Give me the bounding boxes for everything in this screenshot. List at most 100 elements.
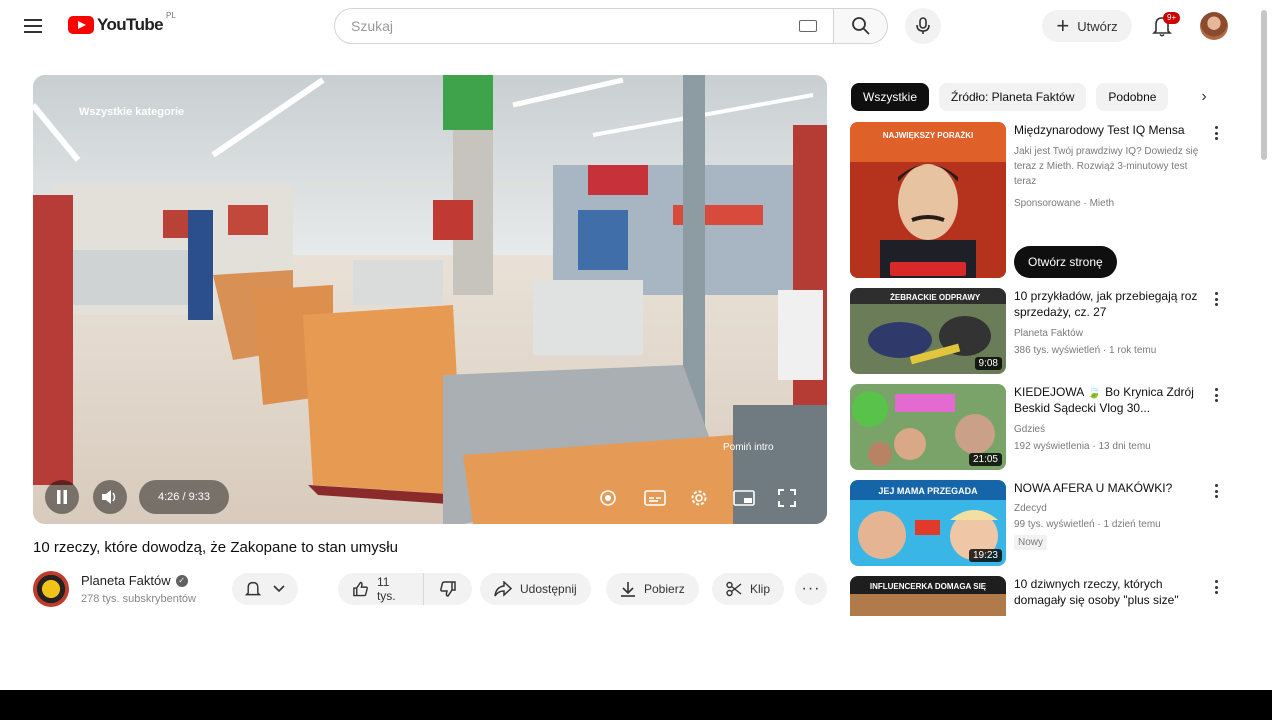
settings-gear-icon[interactable]: [689, 488, 709, 508]
download-label: Pobierz: [644, 582, 685, 596]
hamburger-menu-icon[interactable]: [20, 14, 48, 38]
fullscreen-icon[interactable]: [778, 489, 796, 507]
rec-thumbnail[interactable]: JEJ MAMA PRZEGADA 19:23: [850, 480, 1006, 566]
rec-description: Jaki jest Twój prawdziwy IQ? Dowiedz się…: [1014, 146, 1199, 187]
dislike-button[interactable]: [424, 573, 472, 605]
rec-channel[interactable]: Gdzieś: [1014, 422, 1204, 437]
scissors-icon: [726, 581, 742, 597]
rec-channel[interactable]: Planeta Faktów: [1014, 326, 1204, 341]
youtube-watch-page: YouTube PL + Utwórz 9+: [0, 0, 1272, 690]
rec-sponsored-label: Sponsorowane · Mieth: [1014, 198, 1115, 209]
channel-name-row[interactable]: Planeta Faktów ✓: [81, 573, 188, 588]
duration-badge: 21:05: [968, 453, 1002, 466]
rec-stats: 99 tys. wyświetleń · 1 dzień temu: [1014, 519, 1161, 530]
voice-search-button[interactable]: [905, 8, 941, 44]
recommendation-item[interactable]: INFLUENCERKA DOMAGA SIĘ 10 dziwnych rzec…: [850, 576, 1230, 616]
like-button[interactable]: 11 tys.: [338, 573, 425, 605]
ad-thumbnail[interactable]: NAJWIĘKSZY PORAŻKI: [850, 122, 1006, 278]
rec-menu-icon[interactable]: [1210, 482, 1222, 500]
pause-icon: [57, 490, 67, 504]
ad-thumbnail-image: NAJWIĘKSZY PORAŻKI: [850, 122, 1006, 278]
skip-intro-hint: Pomiń intro: [723, 442, 774, 453]
rec-thumbnail-text: ŻEBRACKIE ODPRAWY: [890, 293, 981, 302]
rec-menu-icon[interactable]: [1210, 124, 1222, 142]
download-button[interactable]: Pobierz: [606, 573, 699, 605]
clip-label: Klip: [750, 582, 771, 596]
time-text: 4:26 / 9:33: [158, 491, 210, 503]
rec-thumbnail-text: INFLUENCERKA DOMAGA SIĘ: [870, 582, 987, 591]
autoplay-toggle-icon[interactable]: [599, 489, 617, 507]
recommendation-item[interactable]: JEJ MAMA PRZEGADA 19:23 NOWA AFERA U MAK…: [850, 480, 1230, 568]
subtitles-icon[interactable]: [644, 489, 666, 507]
rec-thumbnail-image: INFLUENCERKA DOMAGA SIĘ: [850, 576, 1006, 616]
video-title: 10 rzeczy, które dowodzą, że Zakopane to…: [33, 539, 398, 556]
search-input[interactable]: [351, 18, 793, 34]
recommendation-item[interactable]: ŻEBRACKIE ODPRAWY 9:08 10 przykładów, ja…: [850, 288, 1230, 376]
ad-thumbnail-text: NAJWIĘKSZY PORAŻKI: [883, 131, 974, 140]
rec-menu-icon[interactable]: [1210, 578, 1222, 596]
thumbs-down-icon: [440, 581, 456, 597]
plus-icon: +: [1056, 13, 1070, 38]
rec-title[interactable]: 10 dziwnych rzeczy, których domagały się…: [1014, 576, 1204, 608]
rec-menu-icon[interactable]: [1210, 386, 1222, 404]
rec-stats: 192 wyświetlenia · 13 dni temu: [1014, 441, 1151, 452]
channel-name[interactable]: Planeta Faktów: [81, 573, 171, 588]
youtube-logo[interactable]: YouTube PL: [68, 11, 176, 35]
keyboard-icon[interactable]: [799, 20, 817, 32]
account-avatar[interactable]: [1200, 12, 1228, 40]
search-icon: [851, 17, 870, 35]
volume-button[interactable]: [93, 480, 127, 514]
notifications-count-badge: 9+: [1163, 12, 1181, 24]
chip-related[interactable]: Podobne: [1096, 83, 1169, 111]
chip-from-channel[interactable]: Źródło: Planeta Faktów: [939, 83, 1087, 111]
rec-title[interactable]: NOWA AFERA U MAKÓWKI?: [1014, 480, 1204, 496]
logo-country-code: PL: [166, 11, 176, 20]
filter-chips: Wszystkie Źródło: Planeta Faktów Podobne: [851, 83, 1169, 111]
verified-check-icon: ✓: [175, 574, 188, 587]
rec-title[interactable]: Międzynarodowy Test IQ Mensa: [1014, 122, 1204, 138]
clip-button[interactable]: Klip: [712, 573, 785, 605]
volume-icon: [102, 490, 116, 504]
rec-title[interactable]: KIEDEJOWA 🍃 Bo Krynica Zdrój Beskid Sąde…: [1014, 384, 1204, 416]
more-actions-button[interactable]: ···: [795, 573, 827, 605]
rec-channel[interactable]: Zdecyd: [1014, 501, 1204, 516]
search-button[interactable]: [834, 8, 888, 44]
channel-avatar[interactable]: [33, 571, 69, 607]
miniplayer-icon[interactable]: [733, 489, 755, 507]
rec-thumbnail-text: JEJ MAMA PRZEGADA: [878, 486, 978, 496]
share-label: Udostępnij: [520, 582, 577, 596]
rec-menu-icon[interactable]: [1210, 290, 1222, 308]
logo-text: YouTube: [97, 15, 164, 34]
share-button[interactable]: Udostępnij: [480, 573, 591, 605]
rec-stats: 386 tys. wyświetleń · 1 rok temu: [1014, 345, 1157, 356]
duration-badge: 9:08: [974, 357, 1002, 370]
duration-badge: 19:23: [968, 549, 1002, 562]
create-button[interactable]: + Utwórz: [1042, 10, 1132, 42]
bell-icon: [245, 581, 261, 596]
microphone-icon: [916, 17, 930, 34]
new-badge: Nowy: [1014, 535, 1048, 550]
sponsored-recommendation[interactable]: NAJWIĘKSZY PORAŻKI Międzynarodowy Test I…: [850, 122, 1230, 282]
like-count: 11 tys.: [376, 575, 396, 603]
share-icon: [494, 581, 512, 597]
chip-all[interactable]: Wszystkie: [851, 83, 929, 111]
time-display: 4:26 / 9:33: [139, 480, 229, 514]
pause-button[interactable]: [45, 480, 79, 514]
player-overlay-label: Wszystkie kategorie: [79, 106, 184, 118]
chevron-right-icon[interactable]: ›: [1192, 85, 1216, 109]
subscription-notifications-button[interactable]: [232, 573, 298, 605]
rec-thumbnail[interactable]: INFLUENCERKA DOMAGA SIĘ: [850, 576, 1006, 616]
rec-thumbnail[interactable]: ŻEBRACKIE ODPRAWY 9:08: [850, 288, 1006, 374]
page-scrollbar[interactable]: [1261, 10, 1267, 160]
video-frame-supermarket: Wszystkie kategorie Pomiń intro: [33, 75, 827, 524]
download-icon: [621, 582, 635, 597]
chevron-down-icon: [273, 585, 285, 593]
top-bar: YouTube PL + Utwórz 9+: [0, 0, 1272, 52]
thumbs-up-icon: [353, 581, 368, 597]
rec-title[interactable]: 10 przykładów, jak przebiegają roz sprze…: [1014, 288, 1204, 320]
open-website-button[interactable]: Otwórz stronę: [1014, 246, 1117, 278]
video-player[interactable]: Wszystkie kategorie Pomiń intro 4:26 / 9…: [33, 75, 827, 524]
subscriber-count: 278 tys. subskrybentów: [81, 593, 196, 605]
recommendation-item[interactable]: 21:05 KIEDEJOWA 🍃 Bo Krynica Zdrój Beski…: [850, 384, 1230, 472]
rec-thumbnail[interactable]: 21:05: [850, 384, 1006, 470]
